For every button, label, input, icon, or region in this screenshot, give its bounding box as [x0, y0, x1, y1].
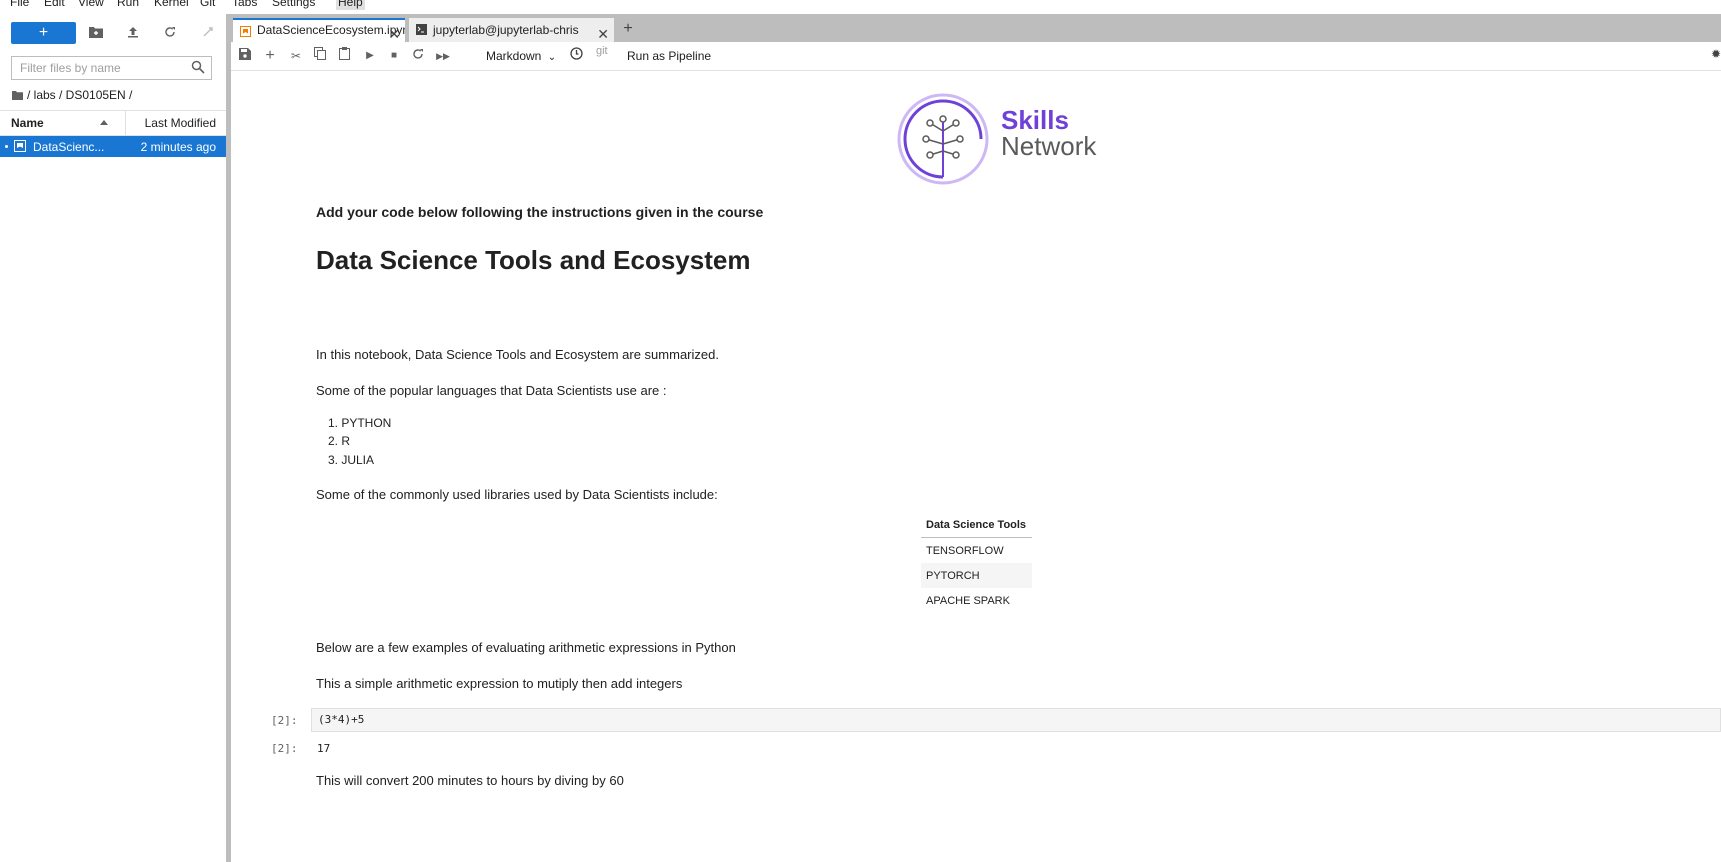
data-science-tools-table: Data Science Tools TENSORFLOW PYTORCH AP… [921, 513, 1032, 613]
output-prompt: [2]: [271, 742, 298, 755]
table-header-row: Data Science Tools [921, 513, 1032, 538]
cut-icon[interactable]: ✂ [287, 47, 305, 65]
save-icon[interactable] [236, 47, 254, 65]
menu-kernel[interactable]: Kernel [152, 0, 191, 10]
folder-icon[interactable] [12, 90, 23, 100]
file-modified: 2 minutes ago [140, 140, 216, 154]
git-diff-button[interactable]: git [596, 45, 608, 57]
arithmetic-intro: Below are a few examples of evaluating a… [316, 640, 736, 655]
menu-edit[interactable]: Edit [42, 0, 67, 10]
insert-cell-icon[interactable]: + [261, 47, 279, 65]
new-launcher-button[interactable]: + [11, 22, 76, 44]
page-title: Data Science Tools and Ecosystem [316, 245, 751, 275]
tab-terminal-label: jupyterlab@jupyterlab-chris [433, 23, 579, 37]
menu-help[interactable]: Help [336, 0, 365, 10]
cell-type-select[interactable]: Markdown ⌄ [486, 47, 556, 67]
running-indicator [5, 145, 8, 148]
table-cell: PYTORCH [921, 563, 1032, 588]
file-list-item[interactable]: DataScienc... 2 minutes ago [0, 136, 226, 157]
tab-terminal[interactable]: jupyterlab@jupyterlab-chris ✕ [409, 18, 614, 42]
summary-text: In this notebook, Data Science Tools and… [316, 347, 719, 362]
breadcrumb: / labs / DS0105EN / [12, 88, 132, 102]
upload-icon[interactable] [124, 25, 142, 43]
convert-text: This will convert 200 minutes to hours b… [316, 773, 624, 788]
clock-icon[interactable] [567, 47, 585, 65]
menu-view[interactable]: View [76, 0, 106, 10]
add-tab-button[interactable]: + [619, 20, 637, 38]
name-column-header[interactable]: Name [11, 116, 44, 130]
paste-icon[interactable] [335, 47, 353, 65]
cell-type-value: Markdown [486, 49, 542, 63]
libraries-intro: Some of the commonly used libraries used… [316, 487, 718, 502]
kernel-status-icon[interactable]: ✹ [1711, 47, 1721, 61]
refresh-icon[interactable] [161, 25, 179, 43]
last-modified-column-header[interactable]: Last Modified [145, 116, 216, 130]
arithmetic-simple-text: This a simple arithmetic expression to m… [316, 676, 683, 691]
tab-bar: DataScienceEcosystem.ipyn ✕ jupyterlab@j… [231, 14, 1721, 42]
stop-icon[interactable]: ■ [385, 47, 403, 65]
sort-ascending-icon[interactable] [100, 120, 108, 125]
search-icon[interactable] [191, 60, 205, 74]
chevron-down-icon: ⌄ [547, 52, 557, 63]
menu-bar: File Edit View Run Kernel Git Tabs Setti… [0, 0, 1721, 15]
intro-heading: Add your code below following the instru… [316, 204, 764, 220]
run-icon[interactable]: ▶ [361, 47, 379, 65]
copy-icon[interactable] [311, 47, 329, 65]
notebook-content: Skills Network Add your code below follo… [231, 71, 1721, 862]
run-as-pipeline-button[interactable]: Run as Pipeline [627, 47, 711, 65]
terminal-icon [416, 24, 427, 35]
table-cell: APACHE SPARK [926, 594, 1010, 607]
notebook-tab-icon [240, 26, 251, 37]
new-folder-icon[interactable] [87, 25, 105, 43]
menu-settings[interactable]: Settings [270, 0, 317, 10]
column-divider [125, 111, 126, 135]
cell-output: 17 [317, 742, 331, 755]
table-row: PYTORCH [921, 563, 1032, 588]
close-icon[interactable]: ✕ [597, 22, 609, 42]
file-list-header: Name Last Modified [0, 110, 226, 136]
logo-text-network: Network [1001, 131, 1097, 161]
menu-file[interactable]: File [8, 0, 31, 10]
breadcrumb-path[interactable]: / labs / DS0105EN / [27, 88, 132, 102]
notebook-toolbar: + ✂ ▶ ■ ▶▶ Markdown ⌄ git Run as Pipelin… [231, 42, 1721, 71]
menu-git[interactable]: Git [198, 0, 217, 10]
file-name: DataScienc... [33, 140, 105, 154]
menu-tabs[interactable]: Tabs [230, 0, 259, 10]
git-clone-icon[interactable] [199, 25, 217, 43]
tab-notebook[interactable]: DataScienceEcosystem.ipyn ✕ [233, 18, 405, 42]
skills-network-logo-icon [897, 93, 989, 185]
list-item: 3. JULIA [328, 453, 375, 467]
tab-notebook-label: DataScienceEcosystem.ipyn [257, 23, 405, 37]
fast-forward-icon[interactable]: ▶▶ [434, 47, 452, 65]
notebook-icon [14, 140, 26, 152]
code-cell[interactable]: (3*4)+5 [311, 708, 1721, 732]
file-browser: + / labs / DS0105EN / Name Last Modified… [0, 14, 227, 862]
main-area: DataScienceEcosystem.ipyn ✕ jupyterlab@j… [231, 14, 1721, 862]
filter-files-box [11, 56, 212, 80]
input-prompt: [2]: [271, 714, 298, 727]
file-browser-toolbar: + [0, 22, 226, 48]
list-item: 2. R [328, 434, 351, 448]
filter-files-input[interactable] [12, 57, 190, 79]
table-cell: TENSORFLOW [926, 544, 1004, 557]
skills-network-logo: Skills Network [896, 89, 1116, 189]
menu-run[interactable]: Run [115, 0, 141, 10]
close-icon[interactable]: ✕ [388, 24, 400, 42]
table-row: APACHE SPARK [921, 588, 1032, 613]
table-row: TENSORFLOW [921, 538, 1032, 564]
list-item: 1. PYTHON [328, 416, 392, 430]
table-header: Data Science Tools [921, 513, 1032, 538]
restart-icon[interactable] [409, 47, 427, 65]
languages-intro: Some of the popular languages that Data … [316, 383, 667, 398]
